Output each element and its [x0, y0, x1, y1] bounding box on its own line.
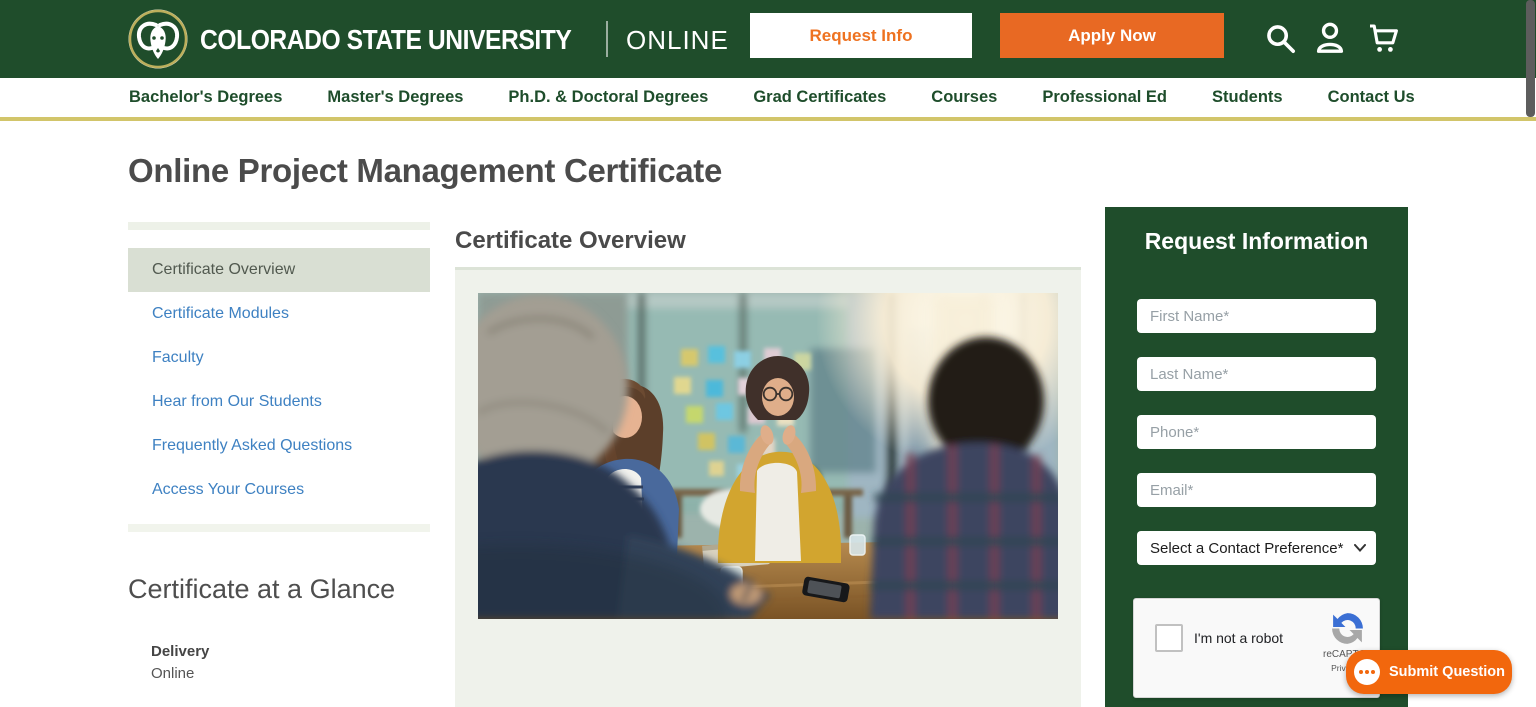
recaptcha-checkbox[interactable]: [1155, 624, 1183, 652]
nav-contact-us[interactable]: Contact Us: [1328, 88, 1415, 107]
sidebar-item-certificate-overview[interactable]: Certificate Overview: [128, 248, 430, 292]
overview-content-box: [455, 267, 1081, 707]
email-field[interactable]: [1137, 473, 1376, 507]
recaptcha-logo-icon: [1329, 610, 1366, 647]
submit-question-label: Submit Question: [1389, 664, 1505, 680]
sidebar-item-faculty[interactable]: Faculty: [128, 336, 430, 380]
page-title: Online Project Management Certificate: [128, 152, 722, 190]
glance-delivery-value: Online: [151, 665, 194, 682]
chat-bubble-icon: [1354, 659, 1380, 685]
phone-field[interactable]: [1137, 415, 1376, 449]
account-icon[interactable]: [1312, 19, 1348, 57]
nav-students[interactable]: Students: [1212, 88, 1283, 107]
certificate-overview-heading: Certificate Overview: [455, 227, 686, 255]
recaptcha-widget: I'm not a robot reCAPTCHA Privacy: [1133, 598, 1380, 698]
request-information-panel: Request Information Select a Contact Pre…: [1105, 207, 1408, 707]
meeting-photo: [478, 293, 1058, 619]
csu-ram-logo-icon[interactable]: [128, 9, 188, 69]
sidebar-item-certificate-modules[interactable]: Certificate Modules: [128, 292, 430, 336]
section-sidebar: Certificate Overview Certificate Modules…: [128, 222, 430, 532]
first-name-field[interactable]: [1137, 299, 1376, 333]
chevron-down-icon: [1354, 544, 1366, 552]
contact-preference-select[interactable]: Select a Contact Preference*: [1137, 531, 1376, 565]
sidebar-bottom-cap: [128, 524, 430, 532]
nav-professional-ed[interactable]: Professional Ed: [1042, 88, 1167, 107]
request-information-heading: Request Information: [1105, 228, 1408, 255]
sidebar-top-cap: [128, 222, 430, 230]
scrollbar-thumb[interactable]: [1526, 0, 1535, 117]
brand-wordmark: COLORADO STATE UNIVERSITY: [200, 24, 571, 56]
search-icon[interactable]: [1262, 19, 1298, 57]
glance-delivery-label: Delivery: [151, 643, 209, 660]
sidebar-item-access-your-courses[interactable]: Access Your Courses: [128, 468, 430, 512]
contact-preference-value: Select a Contact Preference*: [1150, 540, 1354, 557]
apply-now-button[interactable]: Apply Now: [1000, 13, 1224, 58]
request-info-button[interactable]: Request Info: [750, 13, 972, 58]
brand-divider: [606, 21, 608, 57]
recaptcha-label: I'm not a robot: [1194, 630, 1283, 646]
sidebar-item-hear-from-our-students[interactable]: Hear from Our Students: [128, 380, 430, 424]
sidebar-item-frequently-asked-questions[interactable]: Frequently Asked Questions: [128, 424, 430, 468]
nav-masters-degrees[interactable]: Master's Degrees: [327, 88, 463, 107]
brand-online-label: ONLINE: [626, 25, 729, 56]
site-header: COLORADO STATE UNIVERSITY ONLINE Request…: [0, 0, 1536, 78]
nav-bachelors-degrees[interactable]: Bachelor's Degrees: [129, 88, 282, 107]
nav-courses[interactable]: Courses: [931, 88, 997, 107]
cart-icon[interactable]: [1364, 19, 1400, 57]
nav-grad-certificates[interactable]: Grad Certificates: [753, 88, 886, 107]
submit-question-button[interactable]: Submit Question: [1346, 650, 1512, 694]
nav-phd-doctoral-degrees[interactable]: Ph.D. & Doctoral Degrees: [508, 88, 708, 107]
primary-nav: Bachelor's Degrees Master's Degrees Ph.D…: [0, 78, 1536, 121]
certificate-at-a-glance-heading: Certificate at a Glance: [128, 574, 395, 605]
last-name-field[interactable]: [1137, 357, 1376, 391]
